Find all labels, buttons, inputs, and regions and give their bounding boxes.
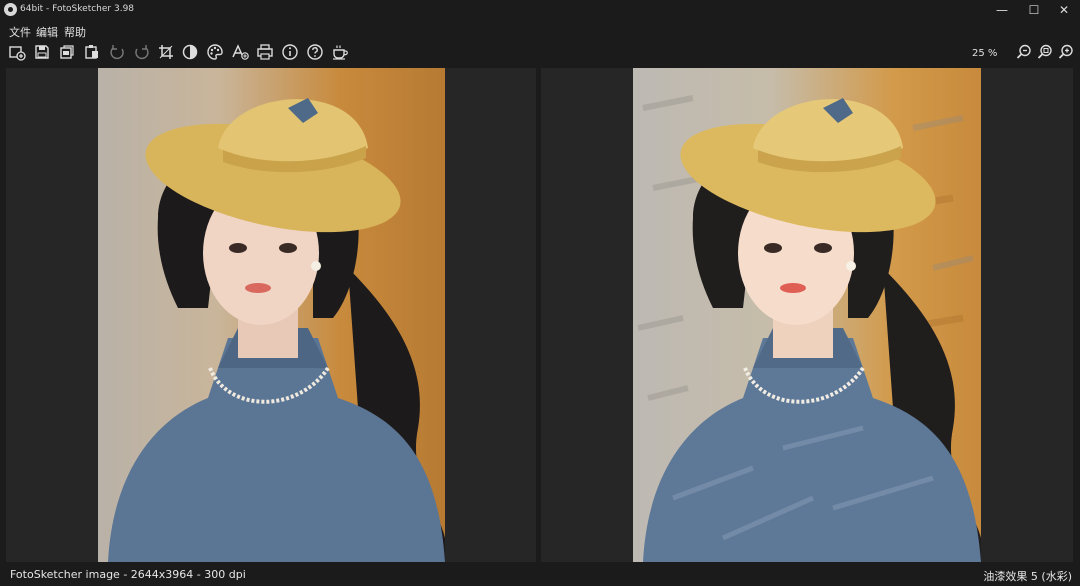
rotate-left-icon[interactable] <box>106 41 128 63</box>
menu-bar: 文件 编辑 帮助 <box>0 22 1080 40</box>
save-icon[interactable] <box>31 41 53 63</box>
zoom-level: 25 % <box>972 48 998 59</box>
add-text-icon[interactable] <box>229 41 251 63</box>
close-button[interactable]: ✕ <box>1048 0 1080 20</box>
menu-edit[interactable]: 编辑 <box>36 24 58 40</box>
paste-icon[interactable] <box>81 41 103 63</box>
copy-icon[interactable] <box>56 41 78 63</box>
original-photo <box>98 68 445 562</box>
zoom-in-icon[interactable] <box>1055 41 1077 63</box>
minimize-button[interactable]: — <box>986 0 1018 20</box>
help-icon[interactable] <box>304 41 326 63</box>
menu-file[interactable]: 文件 <box>9 24 31 40</box>
app-icon[interactable] <box>4 3 17 16</box>
status-bar: FotoSketcher image - 2644x3964 - 300 dpi… <box>0 564 1080 586</box>
menu-help[interactable]: 帮助 <box>64 24 86 40</box>
image-info: FotoSketcher image - 2644x3964 - 300 dpi <box>10 568 246 581</box>
coffee-icon[interactable] <box>329 41 351 63</box>
original-image-pane[interactable] <box>6 68 536 562</box>
painted-photo <box>633 68 981 562</box>
contrast-icon[interactable] <box>179 41 201 63</box>
open-image-icon[interactable] <box>6 41 28 63</box>
zoom-out-icon[interactable] <box>1013 41 1035 63</box>
info-icon[interactable] <box>279 41 301 63</box>
toolbar <box>0 40 1080 64</box>
window-title: 64bit - FotoSketcher 3.98 <box>20 4 135 14</box>
print-icon[interactable] <box>254 41 276 63</box>
rotate-right-icon[interactable] <box>131 41 153 63</box>
result-image-pane[interactable] <box>541 68 1073 562</box>
maximize-button[interactable]: ☐ <box>1018 0 1050 20</box>
crop-icon[interactable] <box>155 41 177 63</box>
zoom-fit-icon[interactable] <box>1034 41 1056 63</box>
palette-icon[interactable] <box>204 41 226 63</box>
effect-name: 油漆效果 5 (水彩) <box>983 570 1072 583</box>
title-bar: 64bit - FotoSketcher 3.98 — ☐ ✕ <box>0 0 1080 20</box>
